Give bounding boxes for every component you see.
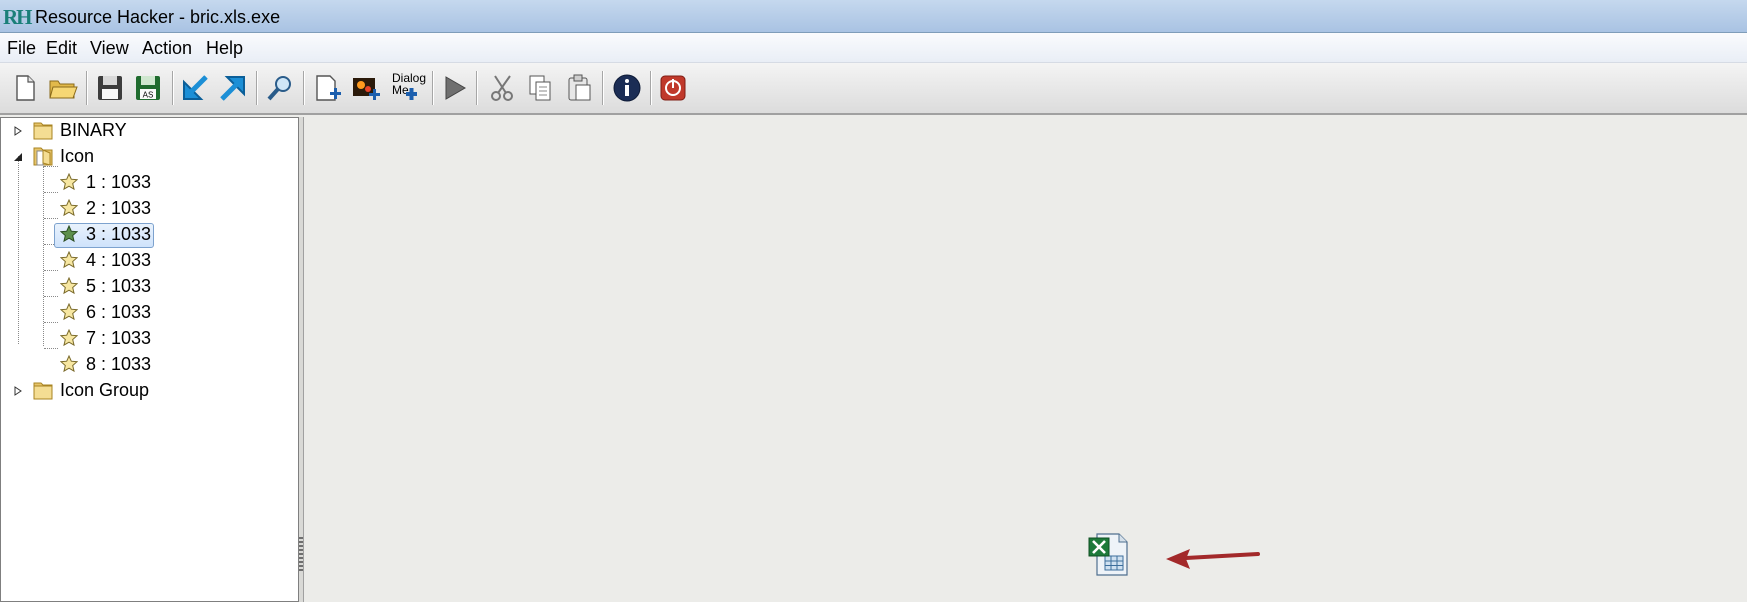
folder-icon (33, 382, 53, 400)
tree-node-icon-1[interactable]: 1 : 1033 (0, 170, 299, 194)
star-icon (60, 303, 78, 321)
toolbar-separator (256, 71, 257, 105)
star-icon (60, 251, 78, 269)
toolbar-separator (432, 71, 433, 105)
tree-node-binary[interactable]: BINARY (0, 118, 299, 142)
tree-node-label: 3 : 1033 (86, 224, 152, 244)
tree-node-icon-2[interactable]: 2 : 1033 (0, 196, 299, 220)
menu-edit[interactable]: Edit (46, 38, 77, 59)
copy-icon[interactable] (524, 72, 556, 104)
toolbar-separator (650, 71, 651, 105)
exit-icon[interactable] (657, 72, 689, 104)
star-icon (60, 199, 78, 217)
app-logo-icon: RH (3, 5, 32, 29)
export-icon[interactable] (217, 72, 249, 104)
toolbar-separator (476, 71, 477, 105)
tree-node-label: 1 : 1033 (86, 172, 152, 192)
star-icon (60, 173, 78, 191)
tree-node-label: Icon (60, 146, 95, 166)
search-icon[interactable] (264, 72, 296, 104)
tree-node-icon[interactable]: Icon (0, 144, 299, 168)
star-icon (60, 277, 78, 295)
add-image-icon[interactable] (350, 72, 382, 104)
tree-node-icon-7[interactable]: 7 : 1033 (0, 326, 299, 350)
star-icon (60, 329, 78, 347)
annotation-arrow-icon (1166, 549, 1260, 569)
tree-node-label: 4 : 1033 (86, 250, 152, 270)
window-title: Resource Hacker - bric.xls.exe (35, 7, 281, 27)
collapse-arrow-icon[interactable] (13, 152, 23, 162)
tree-node-label: BINARY (60, 120, 127, 140)
tree-node-label: Icon Group (60, 380, 150, 400)
open-folder-icon (33, 147, 53, 166)
run-script-icon[interactable] (438, 72, 470, 104)
tree-node-label: 5 : 1033 (86, 276, 152, 296)
menu-action[interactable]: Action (142, 38, 192, 59)
menu-view[interactable]: View (90, 38, 129, 59)
menu-help[interactable]: Help (206, 38, 243, 59)
title-bar: RH Resource Hacker - bric.xls.exe (0, 0, 1747, 33)
tree-node-label: 8 : 1033 (86, 354, 152, 374)
tree-node-label: 6 : 1033 (86, 302, 152, 322)
tree-node-icon-5[interactable]: 5 : 1033 (0, 274, 299, 298)
dialog-menu-icon[interactable] (400, 84, 422, 106)
tree-node-icon-8[interactable]: 8 : 1033 (0, 352, 299, 376)
star-icon (60, 355, 78, 373)
save-as-label: AS (143, 91, 154, 100)
toolbar: AS Dialog Me (0, 63, 1747, 115)
star-icon (60, 225, 78, 243)
menu-bar: File Edit View Action Help (0, 33, 1747, 63)
tree-node-label: 7 : 1033 (86, 328, 152, 348)
paste-icon[interactable] (563, 72, 595, 104)
save-icon[interactable] (94, 72, 126, 104)
toolbar-separator (602, 71, 603, 105)
add-resource-icon[interactable] (311, 72, 343, 104)
tree-node-icon-group[interactable]: Icon Group (0, 378, 299, 402)
toolbar-separator (303, 71, 304, 105)
save-as-icon[interactable]: AS (132, 72, 164, 104)
tree-node-icon-6[interactable]: 6 : 1033 (0, 300, 299, 324)
tree-node-label: 2 : 1033 (86, 198, 152, 218)
toolbar-separator (86, 71, 87, 105)
cut-icon[interactable] (487, 72, 519, 104)
resource-preview-pane (303, 117, 1747, 602)
import-icon[interactable] (179, 72, 211, 104)
menu-file[interactable]: File (7, 38, 36, 59)
tree-node-icon-4[interactable]: 4 : 1033 (0, 248, 299, 272)
toolbar-separator (172, 71, 173, 105)
expand-arrow-icon[interactable] (13, 126, 23, 136)
info-icon[interactable] (611, 72, 643, 104)
expand-arrow-icon[interactable] (13, 386, 23, 396)
open-folder-icon[interactable] (47, 72, 79, 104)
excel-document-icon (1088, 533, 1128, 576)
new-file-icon[interactable] (9, 72, 41, 104)
folder-icon (33, 122, 53, 140)
tree-node-icon-3-selected[interactable]: 3 : 1033 (0, 222, 299, 246)
